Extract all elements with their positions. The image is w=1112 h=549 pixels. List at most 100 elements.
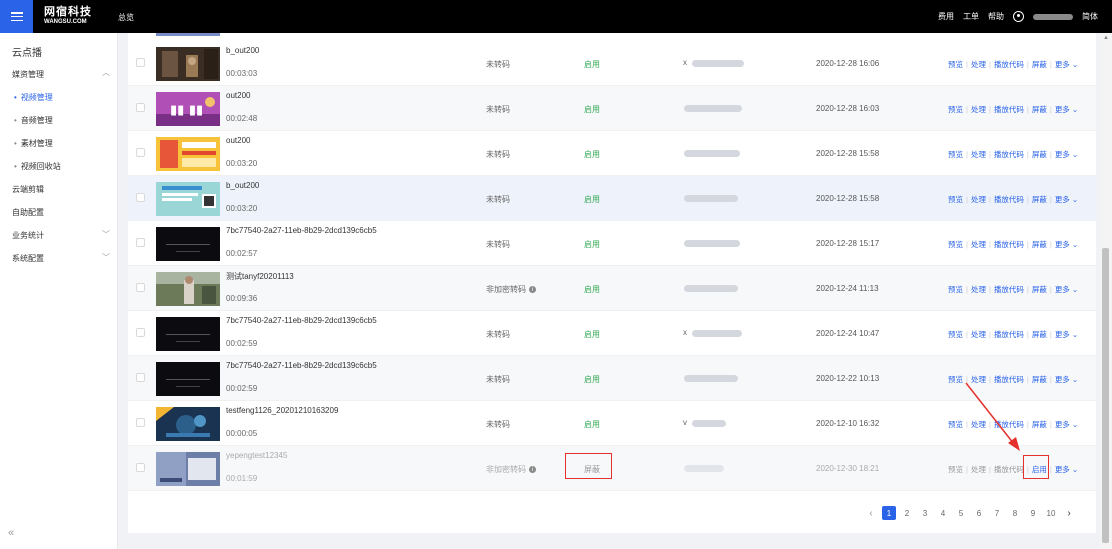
video-name[interactable]: b_out200 [226,181,259,190]
page-button[interactable]: 4 [936,506,950,520]
more-dropdown[interactable]: 更多 [1055,60,1070,69]
table-row[interactable]: 7bc77540-2a27-11eb-8b29-2dcd139c6cb5 00:… [128,356,1096,401]
video-thumbnail[interactable] [156,317,220,351]
video-name[interactable]: out200 [226,91,250,100]
preview-link[interactable]: 预览 [948,285,963,294]
play-code-link[interactable]: 播放代码 [994,60,1024,69]
menu-toggle-button[interactable] [0,0,33,33]
video-thumbnail[interactable] [156,272,220,306]
video-name[interactable]: yepengtest12345 [226,451,287,460]
sidebar-item-self-config[interactable]: 自助配置 [12,207,44,218]
sidebar-item-recycle[interactable]: 视频回收站 [14,161,61,172]
table-row[interactable]: b_out200 00:03:20 未转码 启用 2020-12-28 15:5… [128,176,1096,221]
table-row[interactable]: 7bc77540-2a27-11eb-8b29-2dcd139c6cb5 00:… [128,311,1096,356]
block-link[interactable]: 屏蔽 [1032,150,1047,159]
info-icon[interactable]: i [529,286,536,293]
row-checkbox[interactable] [136,58,145,67]
preview-link[interactable]: 预览 [948,105,963,114]
process-link[interactable]: 处理 [971,285,986,294]
preview-link[interactable]: 预览 [948,330,963,339]
ticket-link[interactable]: 工单 [963,11,979,22]
more-dropdown[interactable]: 更多 [1055,330,1070,339]
play-code-link[interactable]: 播放代码 [994,195,1024,204]
page-button[interactable]: 1 [882,506,896,520]
preview-link[interactable]: 预览 [948,375,963,384]
more-dropdown[interactable]: 更多 [1055,375,1070,384]
block-link[interactable]: 屏蔽 [1032,240,1047,249]
info-icon[interactable]: i [529,466,536,473]
table-row[interactable]: 测试tanyf20201113 00:09:36 非加密转码 i 启用 2020-… [128,266,1096,311]
prev-page-button[interactable]: ‹ [864,506,878,520]
process-link[interactable]: 处理 [971,150,986,159]
play-code-link[interactable]: 播放代码 [994,465,1024,474]
row-checkbox[interactable] [136,283,145,292]
preview-link[interactable]: 预览 [948,465,963,474]
table-row[interactable]: testfeng1126_20201210163209 00:00:05 未转码… [128,401,1096,446]
user-name-redacted[interactable] [1033,13,1073,20]
process-link[interactable]: 处理 [971,465,986,474]
table-row[interactable]: 7bc77540-2a27-11eb-8b29-2dcd139c6cb5 00:… [128,221,1096,266]
play-code-link[interactable]: 播放代码 [994,330,1024,339]
video-name[interactable]: out200 [226,136,250,145]
play-code-link[interactable]: 播放代码 [994,150,1024,159]
play-code-link[interactable]: 播放代码 [994,105,1024,114]
video-name[interactable]: b_out200 [226,46,259,55]
billing-link[interactable]: 费用 [938,11,954,22]
page-button[interactable]: 6 [972,506,986,520]
video-thumbnail[interactable] [156,137,220,171]
page-button[interactable]: 2 [900,506,914,520]
scroll-up-icon[interactable]: ▲ [1103,35,1109,41]
table-row[interactable]: yepengtest12345 00:01:59 非加密转码 i 屏蔽 2020-… [128,446,1096,491]
block-link[interactable]: 屏蔽 [1032,195,1047,204]
process-link[interactable]: 处理 [971,420,986,429]
play-code-link[interactable]: 播放代码 [994,240,1024,249]
play-code-link[interactable]: 播放代码 [994,375,1024,384]
page-button[interactable]: 5 [954,506,968,520]
table-row[interactable]: out200 00:03:20 未转码 启用 2020-12-28 15:58 … [128,131,1096,176]
collapse-sidebar-icon[interactable]: « [8,527,14,539]
process-link[interactable]: 处理 [971,105,986,114]
sidebar-item-cloud-edit[interactable]: 云端剪辑 [12,184,44,195]
sidebar-item-material[interactable]: 素材管理 [14,138,53,149]
process-link[interactable]: 处理 [971,330,986,339]
scrollbar-thumb[interactable] [1102,248,1109,543]
page-button[interactable]: 3 [918,506,932,520]
block-link[interactable]: 屏蔽 [1032,60,1047,69]
video-thumbnail[interactable]: ▮▮ ▮▮ [156,92,220,126]
video-thumbnail[interactable] [156,227,220,261]
video-thumbnail[interactable] [156,47,220,81]
preview-link[interactable]: 预览 [948,60,963,69]
table-row[interactable]: ▮▮ ▮▮ out200 00:02:48 未转码 启用 2020-12-28 … [128,86,1096,131]
more-dropdown[interactable]: 更多 [1055,240,1070,249]
process-link[interactable]: 处理 [971,375,986,384]
page-button[interactable]: 8 [1008,506,1022,520]
row-checkbox[interactable] [136,463,145,472]
more-dropdown[interactable]: 更多 [1055,420,1070,429]
video-name[interactable]: 7bc77540-2a27-11eb-8b29-2dcd139c6cb5 [226,316,377,325]
more-dropdown[interactable]: 更多 [1055,195,1070,204]
row-checkbox[interactable] [136,148,145,157]
page-button[interactable]: 10 [1044,506,1058,520]
vertical-scrollbar[interactable]: ▲ [1100,33,1112,549]
language-switch[interactable]: 简体 [1082,11,1098,22]
row-checkbox[interactable] [136,193,145,202]
play-code-link[interactable]: 播放代码 [994,420,1024,429]
page-button[interactable]: 7 [990,506,1004,520]
sidebar-item-stats[interactable]: 业务统计 [12,230,44,241]
video-thumbnail[interactable] [156,452,220,486]
video-name[interactable]: 7bc77540-2a27-11eb-8b29-2dcd139c6cb5 [226,226,377,235]
block-link[interactable]: 屏蔽 [1032,330,1047,339]
user-avatar-icon[interactable] [1013,11,1024,22]
sidebar-item-video[interactable]: 视频管理 [14,92,53,103]
next-page-button[interactable]: › [1062,506,1076,520]
preview-link[interactable]: 预览 [948,420,963,429]
process-link[interactable]: 处理 [971,60,986,69]
preview-link[interactable]: 预览 [948,150,963,159]
block-link[interactable]: 屏蔽 [1032,420,1047,429]
table-row[interactable]: b_out200 00:03:03 未转码 启用 x 2020-12-28 16… [128,41,1096,86]
process-link[interactable]: 处理 [971,240,986,249]
row-checkbox[interactable] [136,103,145,112]
preview-link[interactable]: 预览 [948,240,963,249]
video-name[interactable]: 7bc77540-2a27-11eb-8b29-2dcd139c6cb5 [226,361,377,370]
sidebar-item-media[interactable]: 媒资管理 [12,69,44,80]
